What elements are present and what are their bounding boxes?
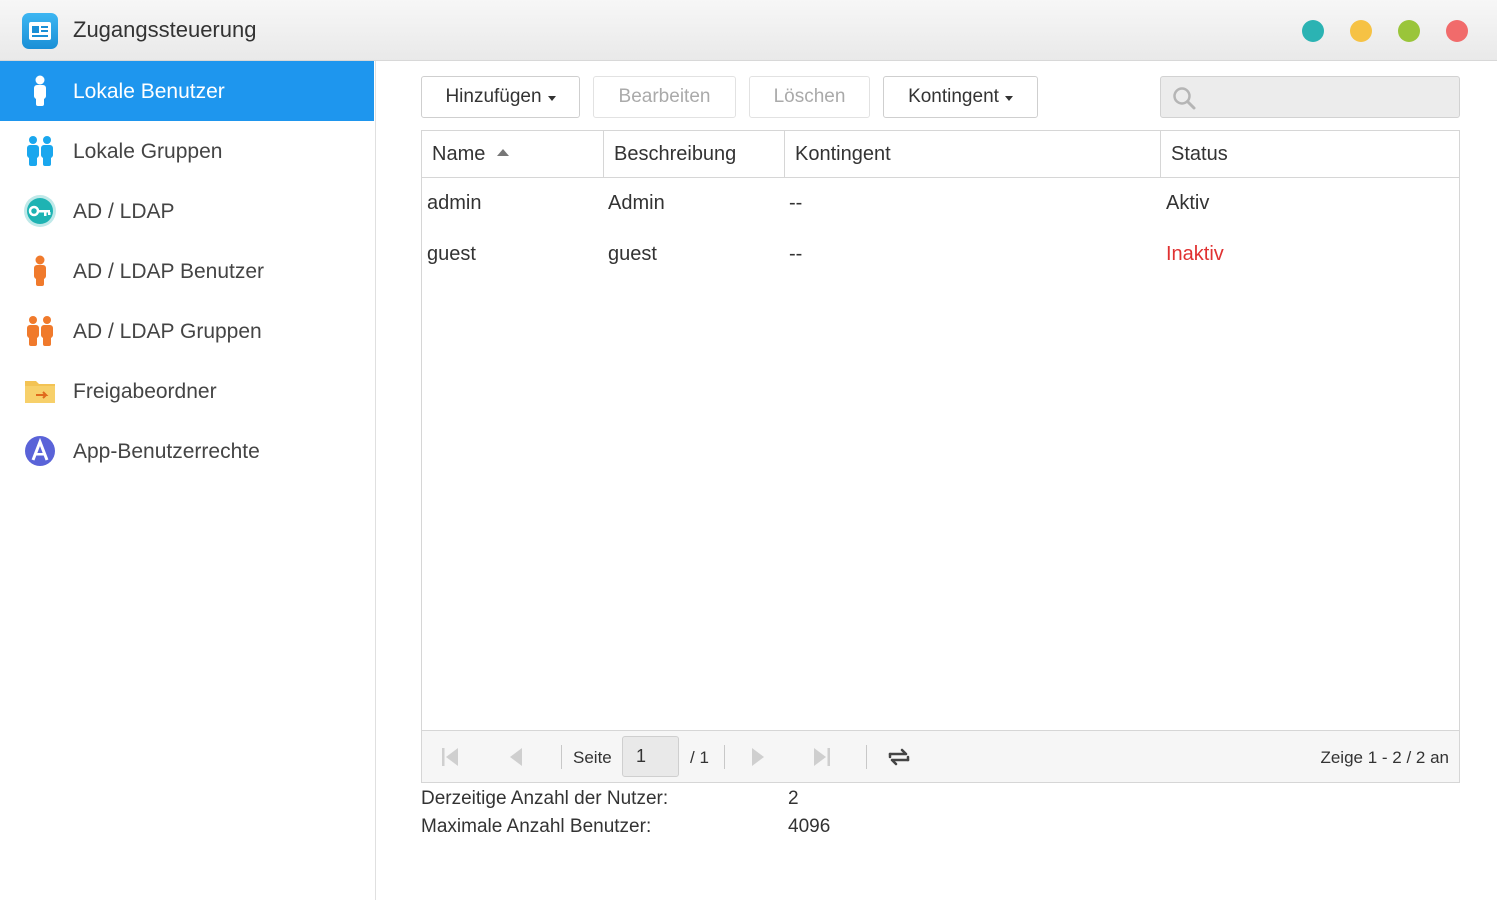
- page-number-input[interactable]: [622, 736, 679, 777]
- page-label: Seite: [573, 748, 612, 767]
- window-title: Zugangssteuerung: [73, 17, 257, 42]
- sidebar-item-label: AD / LDAP Gruppen: [73, 320, 262, 343]
- add-button-label: Hinzufügen: [445, 86, 542, 107]
- previous-page-icon[interactable]: [504, 745, 528, 769]
- cell-description: guest: [608, 243, 657, 265]
- title-bar: Zugangssteuerung: [0, 0, 1497, 61]
- window-maximize-button[interactable]: [1398, 20, 1420, 42]
- quota-button-label: Kontingent: [908, 86, 999, 107]
- table-row[interactable]: admin Admin -- Aktiv: [422, 178, 1459, 229]
- user-table: Name Beschreibung Kontingent Status admi…: [421, 130, 1460, 783]
- window-teal-button[interactable]: [1302, 20, 1324, 42]
- search-icon: [1171, 85, 1197, 111]
- delete-button-label: Löschen: [773, 86, 846, 107]
- sidebar-item-local-users[interactable]: Lokale Benutzer: [0, 61, 374, 121]
- cell-status: Inaktiv: [1166, 243, 1224, 265]
- add-button[interactable]: Hinzufügen: [421, 76, 580, 118]
- sidebar-item-label: Freigabeordner: [73, 380, 217, 403]
- cell-quota: --: [789, 243, 803, 265]
- cell-status: Aktiv: [1166, 192, 1210, 214]
- column-header-name[interactable]: Name: [422, 131, 603, 177]
- column-header-description[interactable]: Beschreibung: [603, 131, 784, 177]
- column-header-status[interactable]: Status: [1160, 131, 1459, 177]
- cell-name: guest: [427, 243, 476, 265]
- column-header-label: Kontingent: [795, 142, 891, 165]
- sidebar-item-label: AD / LDAP: [73, 200, 175, 223]
- column-header-label: Status: [1171, 142, 1228, 165]
- cell-description: Admin: [608, 192, 665, 214]
- last-page-icon[interactable]: [810, 745, 834, 769]
- local-group-icon: [22, 133, 58, 169]
- ldap-user-icon: [22, 253, 58, 289]
- pager-divider: [866, 745, 867, 769]
- sidebar-item-ad-ldap-users[interactable]: AD / LDAP Benutzer: [0, 241, 374, 301]
- edit-button-label: Bearbeiten: [618, 86, 711, 107]
- max-users-value: 4096: [788, 816, 831, 837]
- access-control-app-icon: [22, 13, 58, 49]
- key-icon: [22, 193, 58, 229]
- current-users-label: Derzeitige Anzahl der Nutzer:: [421, 788, 669, 809]
- sidebar-item-label: Lokale Gruppen: [73, 140, 223, 163]
- sidebar-item-label: App-Benutzerrechte: [73, 440, 260, 463]
- chevron-down-icon: [1004, 95, 1013, 101]
- cell-quota: --: [789, 192, 803, 214]
- pagination-bar: Seite / 1 Zeige 1 - 2 / 2 an: [422, 730, 1459, 782]
- edit-button[interactable]: Bearbeiten: [593, 76, 736, 118]
- sidebar: Lokale Benutzer Lokale Gruppen AD / LDAP…: [0, 61, 376, 900]
- app-privilege-icon: [22, 433, 58, 469]
- cell-name: admin: [427, 192, 482, 214]
- sidebar-item-app-privileges[interactable]: App-Benutzerrechte: [0, 421, 374, 481]
- sidebar-item-local-groups[interactable]: Lokale Gruppen: [0, 121, 374, 181]
- search-box[interactable]: [1160, 76, 1460, 118]
- first-page-icon[interactable]: [438, 745, 462, 769]
- window-minimize-button[interactable]: [1350, 20, 1372, 42]
- refresh-icon[interactable]: [887, 745, 911, 769]
- local-user-icon: [22, 73, 58, 109]
- column-header-label: Name: [432, 142, 486, 165]
- table-row[interactable]: guest guest -- Inaktiv: [422, 229, 1459, 280]
- sidebar-item-ad-ldap-groups[interactable]: AD / LDAP Gruppen: [0, 301, 374, 361]
- sidebar-item-label: Lokale Benutzer: [73, 80, 225, 103]
- window-close-button[interactable]: [1446, 20, 1468, 42]
- pager-divider: [561, 745, 562, 769]
- sidebar-item-shared-folders[interactable]: Freigabeordner: [0, 361, 374, 421]
- search-input[interactable]: [1203, 77, 1453, 117]
- chevron-down-icon: [547, 95, 556, 101]
- max-users-label: Maximale Anzahl Benutzer:: [421, 816, 652, 837]
- table-header: Name Beschreibung Kontingent Status: [422, 131, 1459, 178]
- quota-button[interactable]: Kontingent: [883, 76, 1038, 118]
- sidebar-item-label: AD / LDAP Benutzer: [73, 260, 265, 283]
- sort-ascending-icon: [497, 148, 510, 156]
- next-page-icon[interactable]: [746, 745, 770, 769]
- delete-button[interactable]: Löschen: [749, 76, 870, 118]
- pager-divider: [724, 745, 725, 769]
- sidebar-item-ad-ldap[interactable]: AD / LDAP: [0, 181, 374, 241]
- shared-folder-icon: [22, 373, 58, 409]
- ldap-group-icon: [22, 313, 58, 349]
- current-users-value: 2: [788, 788, 799, 809]
- column-header-label: Beschreibung: [614, 142, 737, 165]
- page-total: / 1: [690, 748, 709, 767]
- pager-summary: Zeige 1 - 2 / 2 an: [1320, 748, 1449, 767]
- column-header-quota[interactable]: Kontingent: [784, 131, 1160, 177]
